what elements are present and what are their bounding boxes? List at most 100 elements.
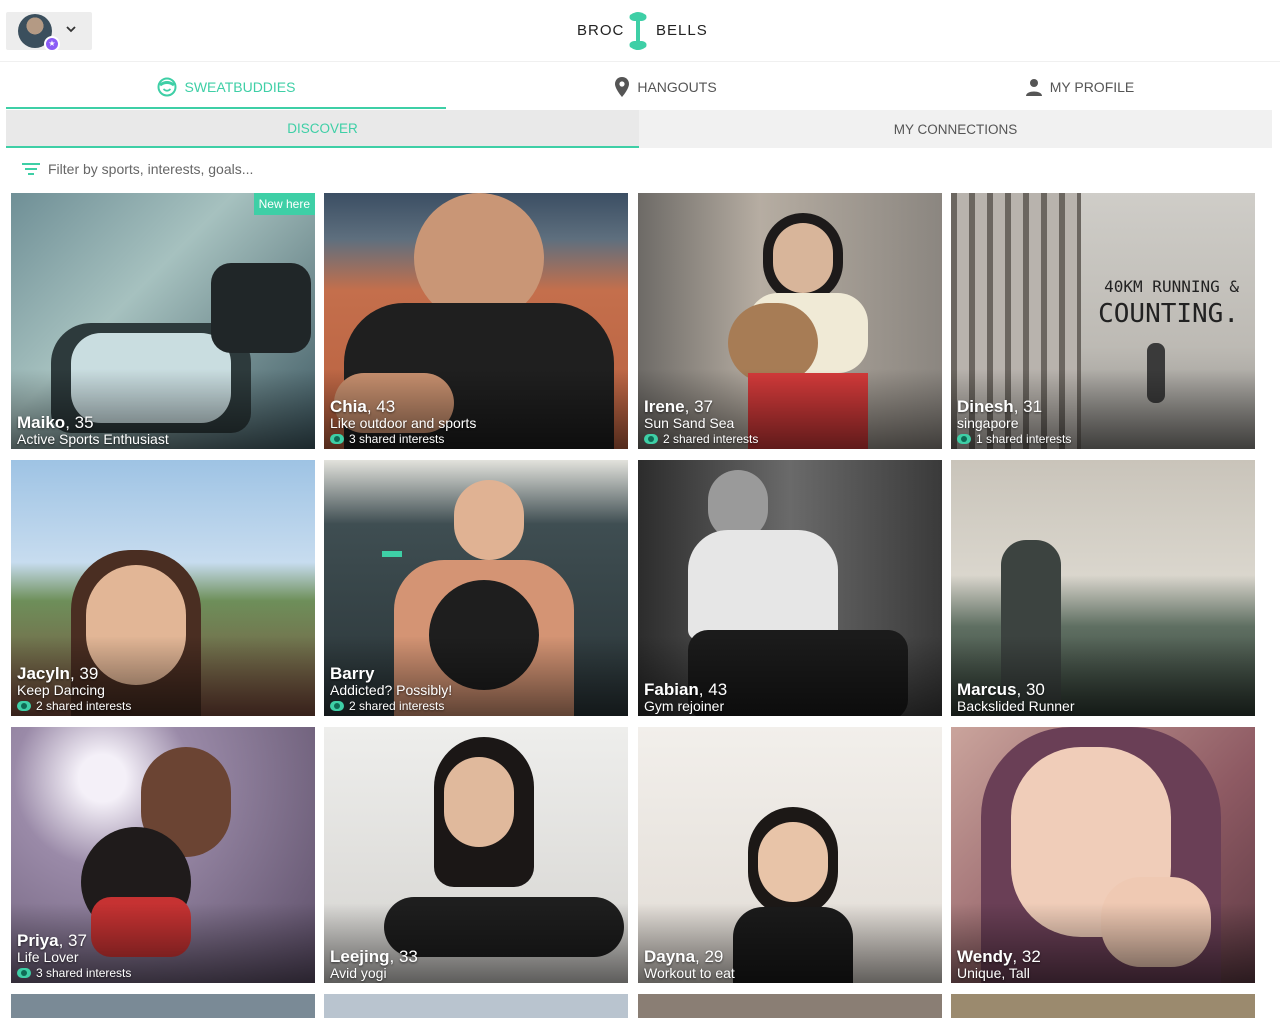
- profile-tagline: Backslided Runner: [957, 698, 1075, 714]
- profile-card[interactable]: Marcus, 30 Backslided Runner: [951, 460, 1255, 716]
- white-shirt: [688, 530, 838, 640]
- subtab-discover[interactable]: DISCOVER: [6, 110, 639, 148]
- shared-interests-text: 1 shared interests: [976, 432, 1072, 446]
- age: , 43: [698, 680, 728, 699]
- profile-card[interactable]: 40KM RUNNING & COUNTING. Dinesh, 31 sing…: [951, 193, 1255, 449]
- filter-placeholder: Filter by sports, interests, goals...: [48, 161, 254, 177]
- brand-left-text: BROC: [577, 22, 625, 39]
- profile-card[interactable]: [638, 994, 942, 1018]
- profile-name: Dayna, 29: [644, 947, 723, 967]
- shared-interests: 3 shared interests: [17, 966, 131, 980]
- profile-card[interactable]: ▬ Barry Addicted? Possibly! 2 shared int…: [324, 460, 628, 716]
- profile-card[interactable]: Priya, 37 Life Lover 3 shared interests: [11, 727, 315, 983]
- crossfit-sign: ▬: [382, 540, 402, 562]
- second-tub: [211, 263, 311, 353]
- star-badge-icon: ★: [44, 36, 60, 52]
- name: Fabian: [644, 680, 699, 699]
- age: , 31: [1013, 397, 1043, 416]
- tab-label: SWEATBUDDIES: [184, 79, 296, 95]
- tab-sweatbuddies[interactable]: SWEATBUDDIES: [6, 66, 446, 108]
- profile-tagline: Avid yogi: [330, 965, 387, 981]
- shared-interests: 2 shared interests: [17, 699, 131, 713]
- profile-tagline: Sun Sand Sea: [644, 415, 735, 431]
- map-pin-icon: [615, 77, 630, 97]
- shared-interests-icon: [17, 968, 31, 978]
- smiley-icon: [157, 77, 176, 97]
- dumbbell-logo-icon: [629, 12, 647, 50]
- age: , 33: [389, 947, 418, 966]
- profile-card[interactable]: Jacyln, 39 Keep Dancing 2 shared interes…: [11, 460, 315, 716]
- name: Dayna: [644, 947, 696, 966]
- shared-interests: 3 shared interests: [330, 432, 444, 446]
- age: , 43: [366, 397, 396, 416]
- name: Priya: [17, 931, 59, 950]
- profile-tagline: Keep Dancing: [17, 682, 105, 698]
- profile-tagline: Gym rejoiner: [644, 698, 725, 714]
- subtab-my-connections[interactable]: MY CONNECTIONS: [639, 110, 1272, 148]
- name: Maiko: [17, 413, 66, 432]
- age: , 32: [1012, 947, 1041, 966]
- profile-card[interactable]: Leejing, 33 Avid yogi: [324, 727, 628, 983]
- profile-name: Marcus, 30: [957, 680, 1045, 700]
- profile-card[interactable]: New here Maiko, 35 Active Sports Enthusi…: [11, 193, 315, 449]
- profile-card[interactable]: Irene, 37 Sun Sand Sea 2 shared interest…: [638, 193, 942, 449]
- brand-logo[interactable]: BROC BELLS: [570, 10, 710, 52]
- face: [444, 757, 514, 847]
- name: Barry: [330, 664, 375, 683]
- new-here-badge: New here: [253, 193, 315, 215]
- profile-card[interactable]: Fabian, 43 Gym rejoiner: [638, 460, 942, 716]
- name: Chia: [330, 397, 367, 416]
- tab-hangouts[interactable]: HANGOUTS: [446, 66, 886, 108]
- name: Irene: [644, 397, 685, 416]
- shared-interests-text: 2 shared interests: [663, 432, 759, 446]
- filter-bar[interactable]: Filter by sports, interests, goals...: [22, 158, 253, 180]
- profile-name: Jacyln, 39: [17, 664, 98, 684]
- main-tabs: SWEATBUDDIES HANGOUTS MY PROFILE: [6, 66, 1274, 109]
- profile-card[interactable]: [324, 994, 628, 1018]
- tab-my-profile[interactable]: MY PROFILE: [886, 66, 1274, 108]
- profile-card[interactable]: [951, 994, 1255, 1018]
- profile-name: Wendy, 32: [957, 947, 1041, 967]
- profile-card[interactable]: Dayna, 29 Workout to eat: [638, 727, 942, 983]
- age: , 29: [695, 947, 724, 966]
- age: , 30: [1016, 680, 1045, 699]
- profile-name: Priya, 37: [17, 931, 87, 951]
- age: , 39: [69, 664, 99, 683]
- face: [773, 223, 833, 293]
- profile-tagline: Addicted? Possibly!: [330, 682, 453, 698]
- tab-label: HANGOUTS: [637, 79, 717, 95]
- profile-card[interactable]: [11, 994, 315, 1018]
- profile-name: Maiko, 35: [17, 413, 94, 433]
- profile-name: Chia, 43: [330, 397, 395, 417]
- name: Leejing: [330, 947, 390, 966]
- account-menu-button[interactable]: ★: [6, 12, 92, 52]
- name: Dinesh: [957, 397, 1014, 416]
- profile-name: Irene, 37: [644, 397, 713, 417]
- name: Jacyln: [17, 664, 70, 683]
- app-header: ★ BROC BELLS: [0, 0, 1280, 62]
- shared-interests-text: 2 shared interests: [349, 699, 445, 713]
- profile-card[interactable]: Wendy, 32 Unique, Tall: [951, 727, 1255, 983]
- face: [454, 480, 524, 560]
- shared-interests: 2 shared interests: [330, 699, 444, 713]
- name: Marcus: [957, 680, 1017, 699]
- name: Wendy: [957, 947, 1013, 966]
- profile-name: Barry: [330, 664, 374, 684]
- filter-icon: [22, 163, 40, 175]
- shared-interests: 1 shared interests: [957, 432, 1071, 446]
- shared-interests-icon: [957, 434, 971, 444]
- age: , 37: [684, 397, 713, 416]
- shared-interests-text: 3 shared interests: [349, 432, 445, 446]
- shared-interests: 2 shared interests: [644, 432, 758, 446]
- shared-interests-icon: [17, 701, 31, 711]
- profile-tagline: Life Lover: [17, 949, 79, 965]
- profile-tagline: singapore: [957, 415, 1019, 431]
- age: , 37: [58, 931, 87, 950]
- age: , 35: [65, 413, 94, 432]
- chevron-down-icon: [66, 26, 76, 33]
- profile-name: Leejing, 33: [330, 947, 418, 967]
- profile-tagline: Unique, Tall: [957, 965, 1030, 981]
- profile-tagline: Workout to eat: [644, 965, 735, 981]
- profile-card[interactable]: Chia, 43 Like outdoor and sports 3 share…: [324, 193, 628, 449]
- face: [758, 822, 828, 902]
